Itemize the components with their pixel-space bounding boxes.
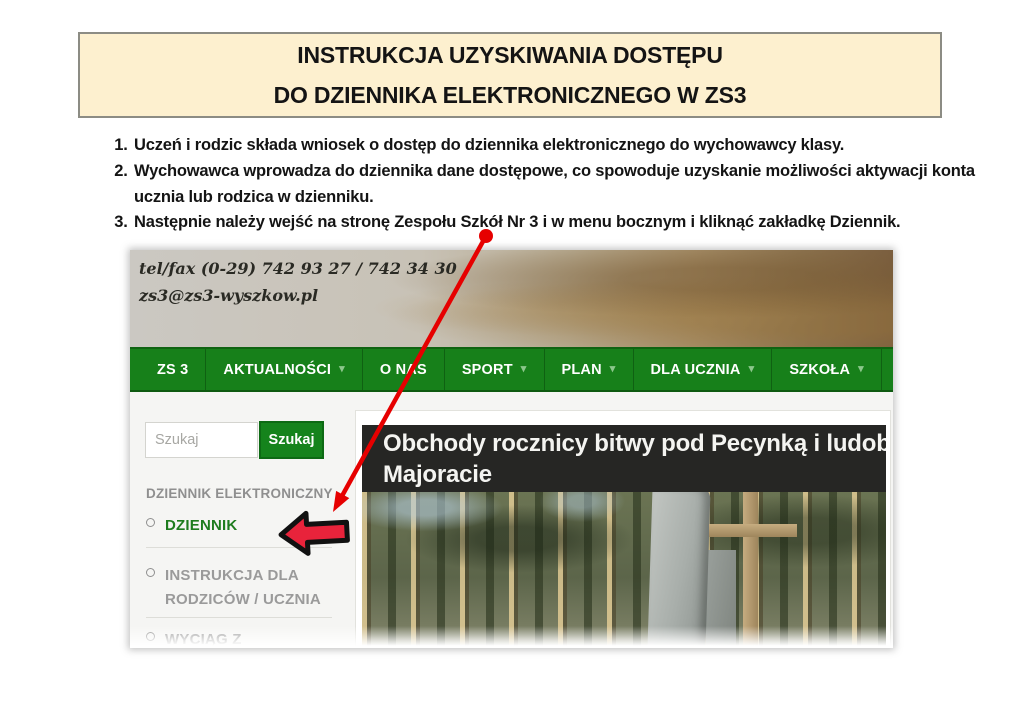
instruction-step-2: Wychowawca wprowadza do dziennika dane d…	[132, 159, 992, 211]
red-arrow-clipart	[276, 503, 353, 563]
nav-item-label: O NAS	[380, 362, 427, 378]
instruction-step-3: Następnie należy wejść na stronę Zespołu…	[132, 210, 992, 236]
sidebar-item-label: INSTRUKCJA DLA RODZICÓW / UCZNIA	[165, 564, 324, 612]
memorial-cross	[743, 492, 758, 648]
nav-item-aktualnosci[interactable]: AKTUALNOŚCI ▾	[205, 349, 361, 390]
search-button[interactable]: Szukaj	[259, 421, 324, 459]
sidebar-item-instrukcja[interactable]: INSTRUKCJA DLA RODZICÓW / UCZNIA	[146, 564, 324, 612]
nav-item-sport[interactable]: SPORT ▾	[444, 349, 544, 390]
nav-item-label: PLAN	[562, 362, 602, 378]
site-telfax: tel/fax (0-29) 742 93 27 / 742 34 30	[139, 255, 457, 282]
document-title-box: INSTRUKCJA UZYSKIWANIA DOSTĘPU DO DZIENN…	[78, 32, 942, 118]
instruction-list: Uczeń i rodzic składa wniosek o dostęp d…	[104, 133, 992, 236]
nav-item-label: ZS 3	[157, 362, 188, 378]
site-contact-info: tel/fax (0-29) 742 93 27 / 742 34 30 zs3…	[139, 255, 457, 309]
document-page: INSTRUKCJA UZYSKIWANIA DOSTĘPU DO DZIENN…	[0, 0, 1024, 725]
chevron-down-icon: ▾	[610, 364, 616, 375]
document-title-line-1: INSTRUKCJA UZYSKIWANIA DOSTĘPU	[297, 42, 723, 69]
nav-item-label: SZKOŁA	[789, 362, 850, 378]
nav-item-szkola[interactable]: SZKOŁA ▾	[771, 349, 881, 390]
chevron-down-icon: ▾	[858, 364, 864, 375]
nav-item-label: DLA UCZNIA	[651, 362, 741, 378]
sidebar-item-label: DZIENNIK	[165, 514, 237, 538]
article-photo-forest	[362, 492, 886, 648]
sidebar-item-dziennik[interactable]: DZIENNIK	[146, 514, 237, 538]
nav-item-label: SPORT	[462, 362, 513, 378]
sidebar-item-wyciag[interactable]: WYCIĄG Z REGULAMINU	[146, 628, 346, 648]
monument-stone	[647, 492, 710, 648]
instruction-step-1: Uczeń i rodzic składa wniosek o dostęp d…	[132, 133, 992, 159]
site-email: zs3@zs3-wyszkow.pl	[139, 282, 457, 309]
nav-item-zs3[interactable]: ZS 3	[140, 349, 205, 390]
search-input[interactable]	[145, 422, 258, 458]
nav-item-o-nas[interactable]: O NAS	[362, 349, 444, 390]
nav-item-label: AKTUALNOŚCI	[223, 362, 331, 378]
nav-item-dla-ucznia[interactable]: DLA UCZNIA ▾	[633, 349, 772, 390]
article-headline: Obchody rocznicy bitwy pod Pecynką i lud…	[362, 425, 886, 492]
nav-item-plan[interactable]: PLAN ▾	[544, 349, 633, 390]
article-headline-line-1: Obchody rocznicy bitwy pod Pecynką i lud…	[383, 428, 886, 459]
sidebar-section-title: DZIENNIK ELEKTRONICZNY	[146, 486, 333, 501]
memorial-cross-arm	[709, 524, 797, 537]
article-headline-line-2: Majoracie	[383, 459, 886, 490]
document-title-line-2: DO DZIENNIKA ELEKTRONICZNEGO W ZS3	[274, 82, 747, 109]
site-header-photo: tel/fax (0-29) 742 93 27 / 742 34 30 zs3…	[130, 250, 893, 347]
circle-bullet-icon	[146, 632, 155, 641]
chevron-down-icon: ▾	[339, 364, 345, 375]
block-arrow-left-icon	[280, 511, 348, 554]
nav-item-bip[interactable]: BIP ▾	[881, 349, 893, 390]
monument-stone-small	[706, 550, 736, 648]
website-screenshot: tel/fax (0-29) 742 93 27 / 742 34 30 zs3…	[130, 250, 893, 648]
sidebar-item-label: WYCIĄG Z REGULAMINU	[165, 628, 346, 648]
circle-bullet-icon	[146, 518, 155, 527]
circle-bullet-icon	[146, 568, 155, 577]
site-main-nav: ZS 3 AKTUALNOŚCI ▾ O NAS SPORT ▾ PLAN ▾ …	[130, 347, 893, 392]
chevron-down-icon: ▾	[521, 364, 527, 375]
sidebar-divider	[146, 617, 332, 618]
chevron-down-icon: ▾	[749, 364, 755, 375]
